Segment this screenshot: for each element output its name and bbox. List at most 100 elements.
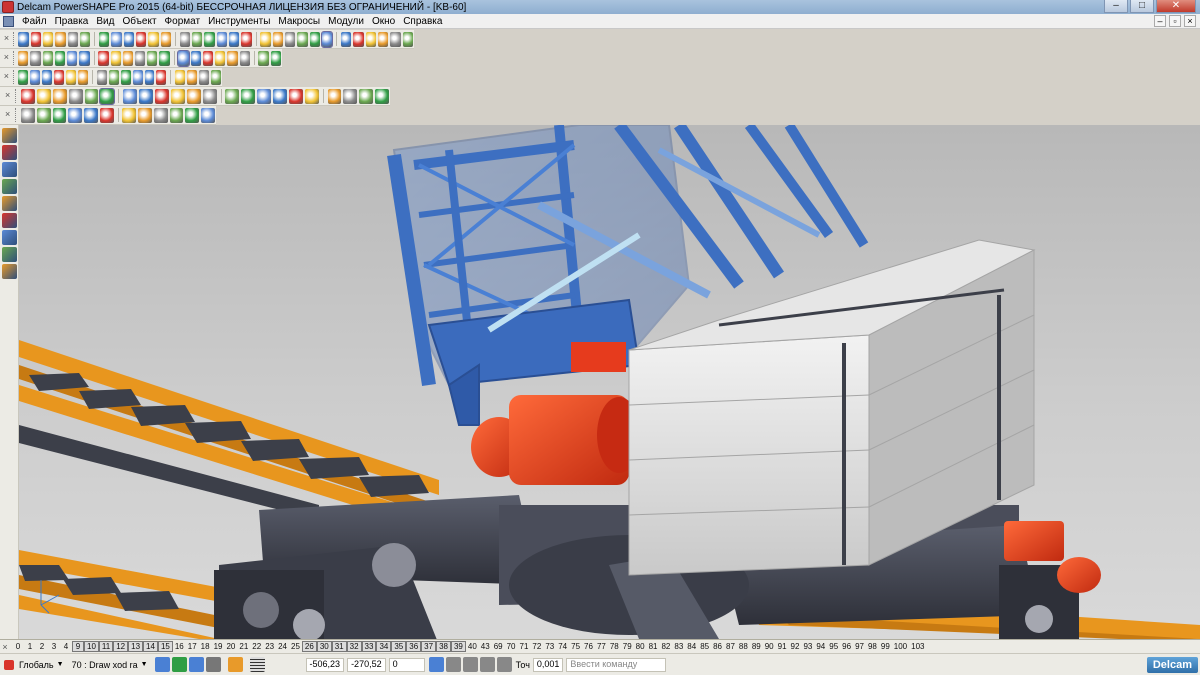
level-button[interactable]: 43 [479,642,492,651]
shade-icon[interactable] [228,31,240,47]
measure-icon[interactable] [496,657,512,672]
paste-icon[interactable] [153,107,168,123]
zoom-icon[interactable] [190,50,201,66]
snap-icon[interactable] [171,657,187,672]
calculator-icon[interactable] [428,657,444,672]
undo-icon[interactable] [111,31,122,47]
level-button[interactable]: 73 [543,642,556,651]
new-icon[interactable] [239,50,250,66]
level-button[interactable]: 26 [301,641,317,652]
level-button[interactable]: 71 [518,642,531,651]
level-button[interactable]: 11 [98,641,114,652]
level-button[interactable]: 34 [376,641,392,652]
workplane-lock-icon[interactable] [227,657,243,672]
level-button[interactable]: 82 [659,642,672,651]
copy-icon[interactable] [18,50,29,66]
curve-icon[interactable] [191,31,203,47]
open-icon[interactable] [155,88,169,104]
level-button[interactable]: 17 [186,642,199,651]
pan-icon[interactable] [84,88,99,104]
save-icon[interactable] [42,31,54,47]
level-button[interactable]: 74 [556,642,569,651]
level-button[interactable]: 76 [582,642,595,651]
pan-icon[interactable] [272,31,283,47]
undo-icon[interactable] [42,50,53,66]
level-button[interactable]: 25 [289,642,302,651]
maximize-button[interactable]: □ [1130,0,1154,13]
menu-file[interactable]: Файл [18,16,51,27]
undo-icon[interactable] [402,31,413,47]
surface-icon[interactable] [65,69,76,85]
select-tool-icon[interactable] [1,128,17,143]
new-icon[interactable] [175,69,186,85]
curve-icon[interactable] [359,88,374,104]
wireframe-icon[interactable] [52,88,67,104]
level-button[interactable]: 10 [84,641,99,652]
copy-icon[interactable] [138,107,152,123]
toolbar-close-button[interactable]: × [3,53,10,63]
level-button[interactable]: 93 [801,642,814,651]
line-icon[interactable] [79,50,90,66]
level-button[interactable]: 89 [750,642,763,651]
measure-icon[interactable] [36,107,51,123]
circle-icon[interactable] [179,31,190,47]
rotate-icon[interactable] [284,31,296,47]
level-button[interactable]: 70 [505,642,518,651]
level-button[interactable]: 95 [827,642,840,651]
relative-icon[interactable] [479,657,495,672]
level-button[interactable]: 83 [672,642,685,651]
zoom-icon[interactable] [120,69,131,85]
measure-icon[interactable] [123,88,138,104]
level-button[interactable]: 35 [391,641,407,652]
level-button[interactable]: 69 [492,642,505,651]
menu-tools[interactable]: Инструменты [204,16,274,27]
level-button[interactable]: 31 [331,641,347,652]
wireframe-icon[interactable] [241,31,252,47]
level-button[interactable]: 23 [263,642,276,651]
level-button[interactable]: 92 [789,642,802,651]
command-input[interactable]: Ввести команду [566,657,667,672]
rotate-icon[interactable] [215,50,226,66]
graphics-viewport[interactable] [19,125,1200,639]
undo-icon[interactable] [257,88,272,104]
polar-icon[interactable] [462,657,478,672]
level-button[interactable]: 2 [36,642,48,651]
arc-icon[interactable] [98,50,109,66]
mdi-close-button[interactable]: × [1184,15,1196,27]
level-button[interactable]: 0 [12,642,24,651]
level-button[interactable]: 98 [866,642,879,651]
surface-tool-icon[interactable] [1,179,17,194]
level-button[interactable]: 39 [450,641,466,652]
workplane-dropdown[interactable]: Глобаль ▼ [3,659,64,670]
level-button[interactable]: 24 [276,642,289,651]
toolbar-grip[interactable] [12,51,15,65]
level-button[interactable]: 16 [173,642,186,651]
shade-tool-icon[interactable] [1,213,17,228]
save-icon[interactable] [170,88,185,104]
level-button[interactable]: 22 [250,642,263,651]
curve-icon[interactable] [53,69,64,85]
paste-icon[interactable] [30,50,41,66]
pan-tool-icon[interactable] [1,247,17,262]
measure-icon[interactable] [156,69,167,85]
pan-icon[interactable] [132,69,143,85]
level-button[interactable]: 18 [199,642,212,651]
solid-icon[interactable] [216,31,227,47]
rotate-tool-icon[interactable] [1,264,17,279]
paste-icon[interactable] [241,88,256,104]
cut-icon[interactable] [122,107,137,123]
level-bar-close-button[interactable]: × [0,642,10,652]
open-icon[interactable] [320,30,334,48]
level-button[interactable]: 38 [436,641,451,652]
level-button[interactable]: 84 [685,642,698,651]
toolbar-grip[interactable] [12,70,15,84]
print-icon[interactable] [211,69,222,85]
surface-icon[interactable] [134,50,146,66]
menu-help[interactable]: Справка [399,16,446,27]
document-icon[interactable] [3,15,14,27]
toolbar-grip[interactable] [15,89,18,103]
line-icon[interactable] [17,69,28,85]
level-button[interactable]: 99 [879,642,892,651]
wireframe-icon[interactable] [108,69,119,85]
circle-icon[interactable] [41,69,52,85]
